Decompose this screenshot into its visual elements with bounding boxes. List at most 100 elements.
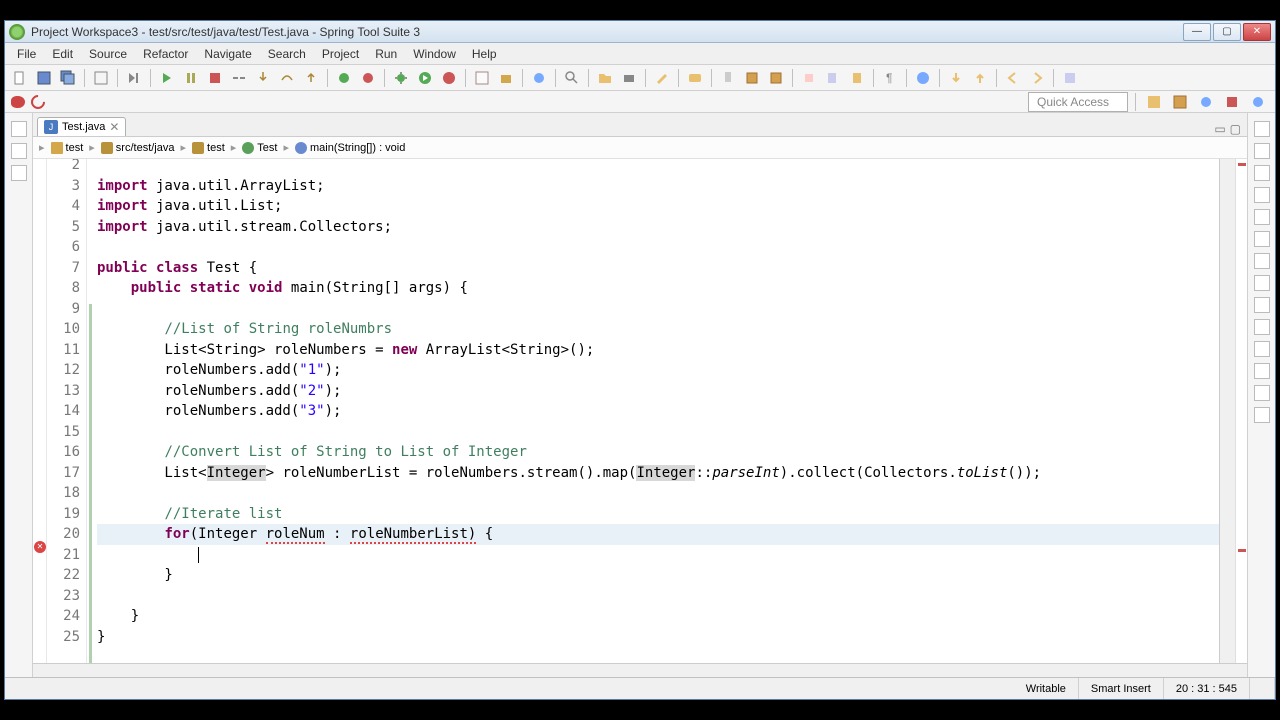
package-explorer-icon[interactable] [11,121,27,137]
folder-button[interactable] [594,67,616,89]
save-button[interactable] [33,67,55,89]
folding-ruler[interactable] [87,159,97,663]
menu-source[interactable]: Source [81,45,135,63]
problems-icon[interactable] [1254,275,1270,291]
save-all-button[interactable] [57,67,79,89]
editor-tab-test[interactable]: J Test.java ✕ [37,117,126,136]
menu-help[interactable]: Help [464,45,505,63]
maximize-view-icon[interactable]: ▢ [1230,122,1241,136]
outline-icon[interactable] [11,143,27,159]
overview-error-mark[interactable] [1238,163,1246,166]
maximize-button[interactable]: ▢ [1213,23,1241,41]
edit-button[interactable] [651,67,673,89]
final-button[interactable] [1059,67,1081,89]
close-button[interactable]: ✕ [1243,23,1271,41]
resume-button[interactable] [156,67,178,89]
pin-button[interactable] [717,67,739,89]
statusbar: Writable Smart Insert 20 : 31 : 545 [5,677,1275,699]
menu-window[interactable]: Window [405,45,464,63]
back-button[interactable] [1002,67,1024,89]
terminate-button[interactable] [204,67,226,89]
console-icon[interactable] [1254,253,1270,269]
link-button[interactable] [684,67,706,89]
breadcrumb-package[interactable]: test [192,142,225,154]
perspective-jee[interactable] [1247,91,1269,113]
menu-edit[interactable]: Edit [44,45,81,63]
stop-server-button[interactable] [357,67,379,89]
minimize-button[interactable]: — [1183,23,1211,41]
search-button[interactable] [561,67,583,89]
git-icon[interactable] [1254,319,1270,335]
open-type-button[interactable] [528,67,550,89]
menu-project[interactable]: Project [314,45,367,63]
terminal-icon[interactable] [1254,363,1270,379]
toolbar-separator [645,69,646,87]
step-return-button[interactable] [300,67,322,89]
menu-file[interactable]: File [9,45,44,63]
breadcrumb-class[interactable]: Test [242,142,277,154]
relaunch-button[interactable] [333,67,355,89]
debug-icon[interactable] [1254,385,1270,401]
new-java-button[interactable] [471,67,493,89]
task-list-icon[interactable] [1254,121,1270,137]
minimap-icon[interactable] [1254,165,1270,181]
copy-button[interactable] [822,67,844,89]
vertical-scrollbar[interactable] [1219,159,1235,663]
new-button[interactable] [9,67,31,89]
step-into-button[interactable] [252,67,274,89]
breadcrumb-source-folder[interactable]: src/test/java [101,142,175,154]
marker-gutter[interactable]: ✕ [33,159,47,663]
tab-close-icon[interactable]: ✕ [109,120,119,134]
menu-refactor[interactable]: Refactor [135,45,196,63]
overview-error-mark[interactable] [1238,549,1246,552]
run-last-button[interactable] [438,67,460,89]
web-button[interactable] [912,67,934,89]
servers-icon[interactable] [1254,231,1270,247]
menu-navigate[interactable]: Navigate [196,45,259,63]
mark2-button[interactable] [765,67,787,89]
cut-button[interactable] [798,67,820,89]
forward-button[interactable] [1026,67,1048,89]
line-number-ruler[interactable]: 1234567891011121314151617181920212223242… [47,159,87,663]
method-icon [295,142,307,154]
perspective-debug[interactable] [1143,91,1165,113]
perspective-java[interactable] [1169,91,1191,113]
run-dropdown[interactable] [414,67,436,89]
paste-button[interactable] [846,67,868,89]
outline-view-icon[interactable] [1254,143,1270,159]
disconnect-button[interactable] [228,67,250,89]
history-icon[interactable] [1254,407,1270,423]
print-button[interactable] [618,67,640,89]
breadcrumb-project[interactable]: test [51,142,84,154]
navigator-icon[interactable] [11,165,27,181]
code-editor[interactable]: package test;import java.util.ArrayList;… [97,159,1219,663]
next-annotation-button[interactable] [945,67,967,89]
breadcrumb-method[interactable]: main(String[]) : void [295,142,405,154]
error-marker-icon[interactable]: ✕ [34,541,46,553]
mark-button[interactable] [741,67,763,89]
menu-run[interactable]: Run [367,45,405,63]
para-button[interactable]: ¶ [879,67,901,89]
skip-button[interactable] [123,67,145,89]
help-icon[interactable] [1254,187,1270,203]
properties-icon[interactable] [1254,209,1270,225]
progress-icon[interactable] [1254,297,1270,313]
perspective-git[interactable] [1221,91,1243,113]
quick-access-input[interactable]: Quick Access [1028,92,1128,112]
new-package-button[interactable] [495,67,517,89]
breadcrumb-chevron-icon: ▸ [283,141,289,154]
horizontal-scrollbar[interactable] [33,663,1247,677]
minimize-view-icon[interactable]: ▭ [1214,122,1225,136]
overview-ruler[interactable] [1235,159,1247,663]
step-over-button[interactable] [276,67,298,89]
suspend-button[interactable] [180,67,202,89]
perspective-spring[interactable] [1195,91,1217,113]
toggle-button[interactable] [90,67,112,89]
refresh-icon[interactable] [28,92,48,112]
prev-annotation-button[interactable] [969,67,991,89]
debug-dropdown[interactable] [390,67,412,89]
search-view-icon[interactable] [1254,341,1270,357]
menu-search[interactable]: Search [260,45,314,63]
jrebel-icon[interactable] [11,96,25,108]
toolbar-separator [555,69,556,87]
